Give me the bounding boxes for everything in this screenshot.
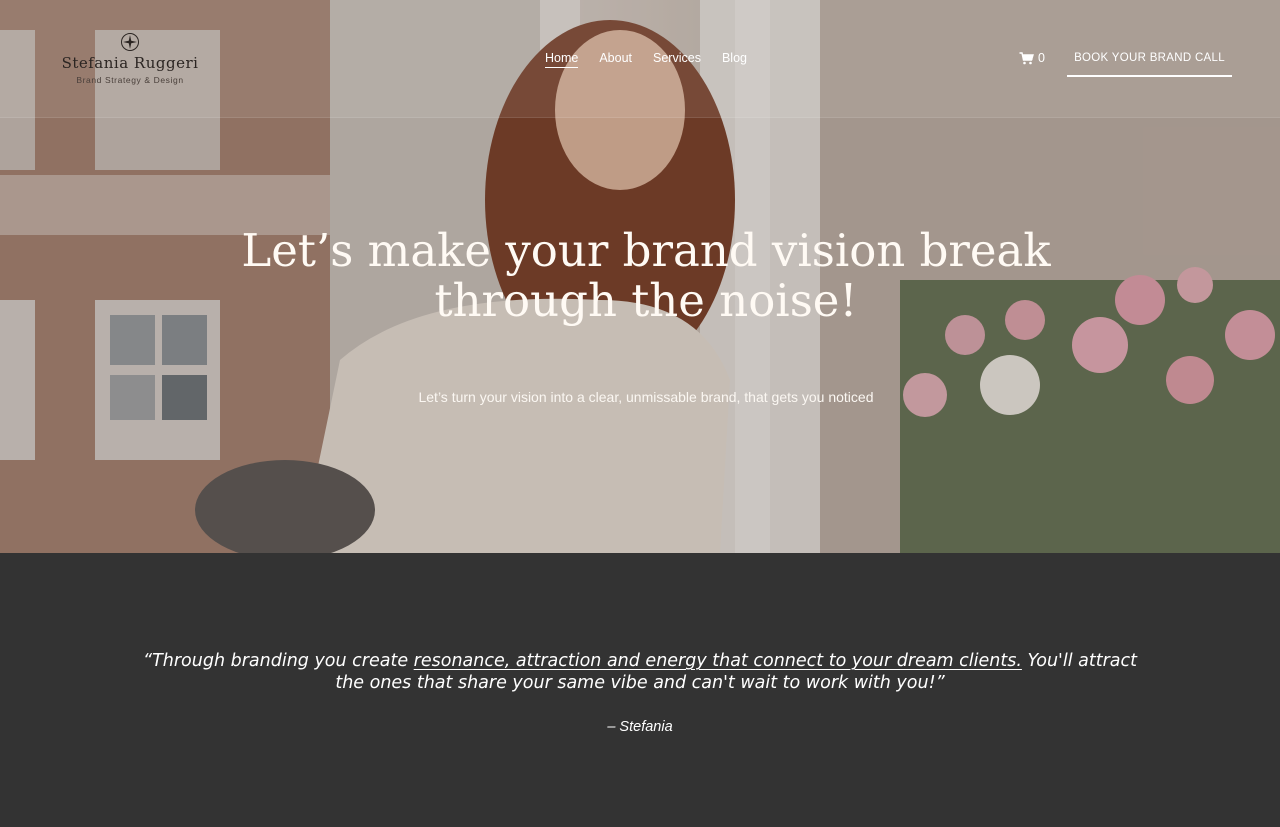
brand-name: Stefania Ruggeri: [61, 54, 199, 72]
quote-highlight: resonance, attraction and energy that co…: [413, 651, 1022, 671]
nav-item-home[interactable]: Home: [545, 51, 579, 68]
site-logo[interactable]: Stefania Ruggeri Brand Strategy & Design: [60, 32, 200, 85]
hero-subtitle: Let’s turn your vision into a clear, unm…: [418, 389, 874, 405]
nav-item-blog[interactable]: Blog: [722, 51, 747, 68]
hero-title-line-2: through the noise!: [434, 274, 858, 327]
quote-text-before: “Through branding you create: [143, 651, 414, 671]
brand-tagline: Brand Strategy & Design: [76, 75, 184, 85]
hero-title-line-1: Let’s make your brand vision break: [241, 224, 1051, 277]
testimonial-quote: “Through branding you create resonance, …: [140, 650, 1140, 694]
nav-item-services[interactable]: Services: [653, 51, 701, 68]
cart-count: 0: [1038, 51, 1045, 65]
cart-icon: [1019, 51, 1034, 64]
main-nav: Home About Services Blog: [545, 51, 747, 68]
hero-section: Stefania Ruggeri Brand Strategy & Design…: [0, 0, 1280, 553]
cart-button[interactable]: 0: [1019, 51, 1045, 65]
nav-item-about[interactable]: About: [599, 51, 632, 68]
quote-section: “Through branding you create resonance, …: [0, 553, 1280, 827]
compass-rose-icon: [121, 33, 139, 51]
book-brand-call-button[interactable]: BOOK YOUR BRAND CALL: [1067, 40, 1232, 77]
hero-title: Let’s make your brand vision break throu…: [240, 226, 1052, 326]
quote-author: – Stefania: [607, 719, 673, 735]
